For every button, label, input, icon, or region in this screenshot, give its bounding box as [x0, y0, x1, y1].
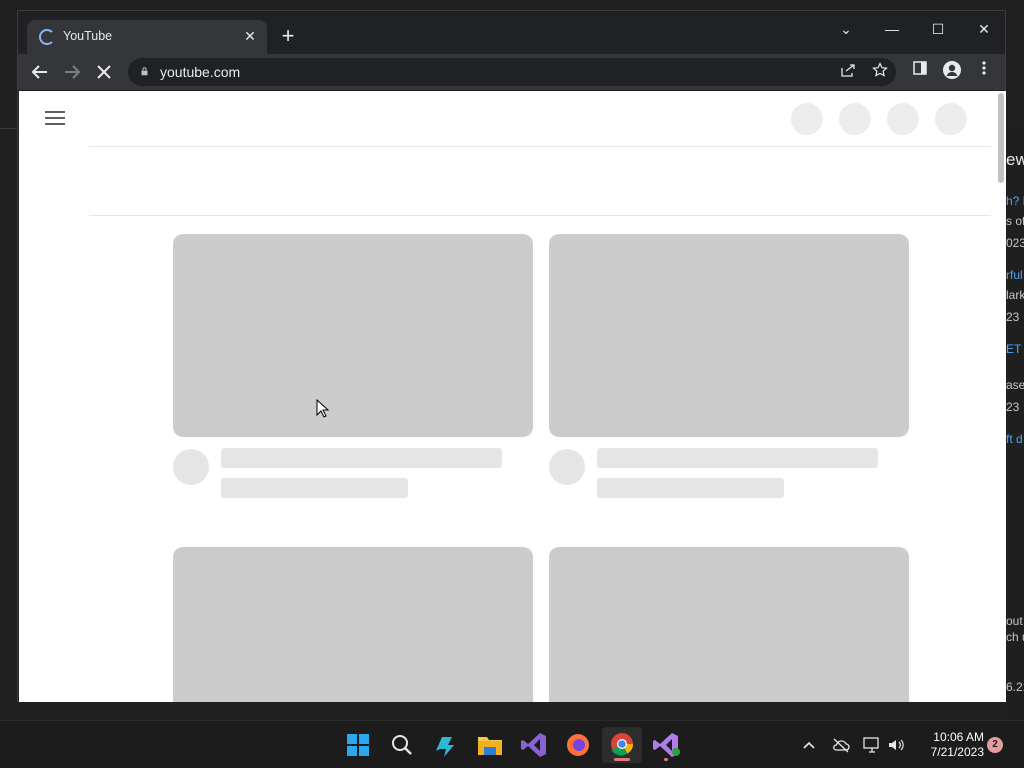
- skeleton-topbar-icon: [935, 103, 967, 135]
- network-button[interactable]: [862, 735, 882, 755]
- azure-data-studio-icon: [436, 737, 454, 757]
- skeleton-thumbnail: [549, 547, 909, 702]
- skeleton-thumbnail: [549, 234, 909, 437]
- bg-text: 023: [1006, 236, 1024, 250]
- share-icon[interactable]: [838, 62, 858, 82]
- loading-spinner-icon: [39, 29, 55, 45]
- visual-studio-app[interactable]: [514, 727, 554, 763]
- bg-text: 6.21: [1006, 680, 1024, 694]
- firefox-app[interactable]: [558, 727, 598, 763]
- skeleton-avatar: [549, 449, 585, 485]
- start-button[interactable]: [338, 727, 378, 763]
- cloud-offline-icon: [833, 738, 850, 753]
- side-panel-button[interactable]: [908, 60, 932, 84]
- profile-button[interactable]: [940, 60, 964, 84]
- firefox-icon: [567, 734, 589, 756]
- bg-text: ft d: [1006, 432, 1023, 446]
- stop-x-icon: [97, 65, 111, 79]
- browser-toolbar: youtube.com: [18, 54, 1005, 90]
- bg-text: ase: [1006, 378, 1024, 392]
- skeleton-meta-bar: [597, 478, 784, 498]
- tab-search-button[interactable]: ⌄: [828, 15, 864, 43]
- skeleton-title-bar: [597, 448, 878, 468]
- skeleton-thumbnail: [173, 234, 533, 437]
- menu-button[interactable]: [972, 60, 996, 84]
- skeleton-title-bar: [221, 448, 502, 468]
- show-hidden-icons-button[interactable]: [800, 735, 818, 755]
- url-text: youtube.com: [160, 64, 241, 80]
- clock-time: 10:06 AM: [933, 730, 984, 744]
- bg-text: out: [1006, 614, 1023, 628]
- tab-title: YouTube: [63, 29, 113, 43]
- active-indicator: [614, 758, 630, 761]
- divider: [89, 215, 991, 216]
- address-bar[interactable]: youtube.com: [128, 58, 896, 86]
- search-button[interactable]: [382, 727, 422, 763]
- tab-close-icon[interactable]: ✕: [241, 27, 259, 45]
- network-icon: [863, 737, 879, 753]
- skeleton-avatar: [173, 449, 209, 485]
- clock-date: 7/21/2023: [930, 745, 984, 759]
- browser-window: YouTube ✕ + ⌄ — ☐ ✕ youtube.com: [17, 10, 1006, 702]
- back-arrow-icon: [31, 65, 47, 79]
- taskbar: 10:06 AM 7/21/2023 2: [0, 720, 1024, 768]
- search-icon: [392, 735, 412, 755]
- clock[interactable]: 10:06 AM 7/21/2023: [912, 730, 984, 760]
- side-panel-icon: [913, 61, 927, 75]
- bookmark-star-icon[interactable]: [870, 62, 890, 82]
- azure-data-studio-app[interactable]: [426, 727, 466, 763]
- bg-text: ch u: [1006, 630, 1024, 644]
- file-explorer-app[interactable]: [470, 727, 510, 763]
- stop-loading-button[interactable]: [92, 60, 116, 84]
- page-scrollbar[interactable]: [997, 93, 1005, 702]
- skeleton-thumbnail: [173, 547, 533, 702]
- chevron-up-icon: [803, 741, 815, 749]
- divider: [89, 146, 991, 147]
- forward-button[interactable]: [60, 60, 84, 84]
- bg-text: 23: [1006, 310, 1020, 324]
- skeleton-meta-bar: [221, 478, 408, 498]
- new-tab-button[interactable]: +: [276, 24, 300, 48]
- bg-text: rful: [1006, 268, 1023, 282]
- skeleton-topbar-icon: [791, 103, 823, 135]
- back-button[interactable]: [28, 60, 52, 84]
- notification-badge[interactable]: 2: [987, 737, 1003, 753]
- page-viewport: [19, 91, 1006, 702]
- folder-icon: [478, 737, 502, 755]
- maximize-button[interactable]: ☐: [920, 15, 956, 43]
- chrome-app[interactable]: [602, 727, 642, 763]
- visual-studio-preview-app[interactable]: [646, 727, 686, 763]
- more-vert-icon: [982, 61, 986, 75]
- scrollbar-thumb[interactable]: [998, 93, 1004, 183]
- forward-arrow-icon: [65, 65, 81, 79]
- skeleton-topbar-icon: [887, 103, 919, 135]
- volume-button[interactable]: [886, 735, 906, 755]
- bg-text: h? N: [1006, 194, 1024, 208]
- mouse-cursor-icon: [316, 399, 330, 418]
- background-divider: [0, 128, 17, 129]
- close-window-button[interactable]: ✕: [966, 15, 1002, 43]
- speaker-icon: [889, 739, 904, 751]
- windows-logo-icon: [347, 734, 369, 756]
- bg-text: ET M: [1006, 342, 1024, 356]
- bg-text: 23: [1006, 400, 1020, 414]
- tab-youtube[interactable]: YouTube ✕: [27, 20, 267, 54]
- tab-strip: YouTube ✕ + ⌄ — ☐ ✕: [18, 11, 1005, 54]
- hamburger-menu-icon[interactable]: [45, 111, 65, 125]
- bg-text: ew: [1006, 150, 1024, 169]
- bg-text: s of: [1006, 214, 1024, 228]
- background-window-fragment: ew h? N s of 023 rful lark 23 ET M ase 2…: [1006, 128, 1024, 720]
- bg-text: lark: [1006, 288, 1024, 302]
- skeleton-topbar-icon: [839, 103, 871, 135]
- minimize-button[interactable]: —: [874, 15, 910, 43]
- onedrive-button[interactable]: [830, 735, 852, 755]
- visual-studio-icon: [521, 733, 546, 757]
- running-indicator: [664, 758, 668, 761]
- lock-icon: [141, 67, 148, 76]
- profile-icon: [943, 61, 961, 79]
